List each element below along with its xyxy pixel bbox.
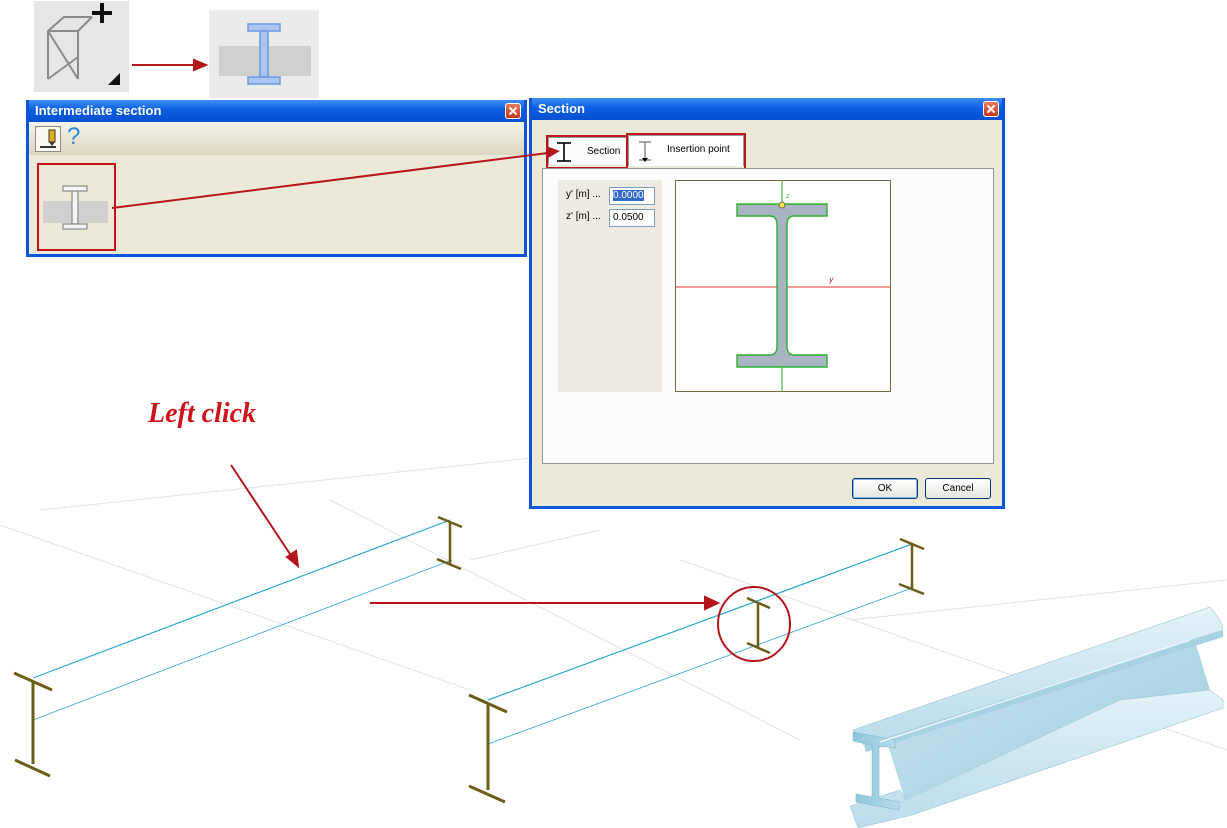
intermediate-section-dialog: Intermediate section ? bbox=[26, 100, 527, 257]
add-section-tool-button[interactable] bbox=[34, 1, 129, 92]
beam-left[interactable] bbox=[32, 519, 453, 721]
dialog-title: Intermediate section bbox=[29, 100, 524, 122]
pencil-icon bbox=[40, 129, 56, 148]
section-tool-highlight bbox=[37, 163, 116, 251]
intermediate-highlight-circle bbox=[717, 586, 791, 662]
close-button[interactable] bbox=[983, 101, 999, 117]
y-offset-label: y' [m] ... bbox=[566, 189, 601, 200]
beam-right[interactable] bbox=[487, 543, 913, 745]
intermediate-section-tool-button[interactable] bbox=[209, 10, 319, 98]
section-left-end bbox=[436, 515, 463, 571]
dialog-toolbar: ? bbox=[29, 122, 524, 155]
y-offset-input[interactable]: 0.0000 bbox=[609, 187, 655, 205]
tab-insertion-highlight bbox=[626, 133, 746, 171]
help-button[interactable]: ? bbox=[67, 123, 80, 151]
frame-plus-icon bbox=[47, 3, 120, 85]
i-section-drawing bbox=[676, 181, 890, 391]
ok-button[interactable]: OK bbox=[852, 478, 918, 499]
section-preview[interactable]: y z bbox=[675, 180, 891, 392]
z-offset-input[interactable]: 0.0500 bbox=[609, 209, 655, 227]
tab-section-highlight bbox=[546, 135, 628, 169]
close-button[interactable] bbox=[505, 103, 521, 119]
i-beam-section-icon bbox=[219, 23, 311, 85]
section-right-start bbox=[468, 693, 508, 804]
edit-button[interactable] bbox=[35, 126, 61, 152]
section-dialog: Section Section Insertion point y' [m] .… bbox=[529, 98, 1005, 509]
z-offset-label: z' [m] ... bbox=[566, 211, 601, 222]
axis-y-label: y bbox=[829, 275, 834, 284]
dialog-title: Section bbox=[532, 98, 1002, 120]
cancel-button[interactable]: Cancel bbox=[925, 478, 991, 499]
axis-z-label: z bbox=[786, 193, 790, 200]
section-left-start bbox=[13, 671, 53, 778]
section-intermediate bbox=[746, 596, 771, 655]
coordinates-panel: y' [m] ... 0.0000 z' [m] ... 0.0500 bbox=[558, 180, 662, 392]
beam-3d-render bbox=[849, 606, 1224, 828]
left-click-annotation: Left click bbox=[148, 398, 257, 429]
tab-page: y' [m] ... 0.0000 z' [m] ... 0.0500 y z bbox=[542, 168, 994, 464]
